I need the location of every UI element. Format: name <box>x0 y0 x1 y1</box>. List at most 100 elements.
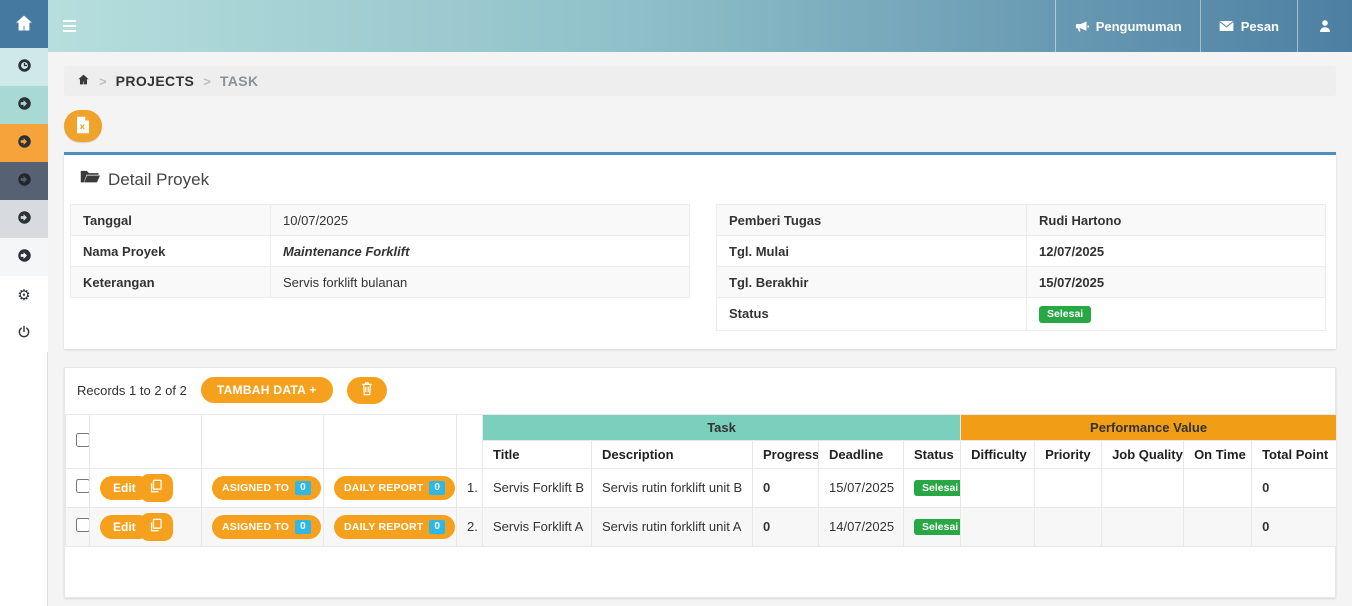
folder-open-icon <box>80 169 100 190</box>
assigned-to-label: ASIGNED TO <box>222 521 289 533</box>
sidebar-item-menu-4[interactable] <box>0 162 48 200</box>
task-on-time <box>1184 507 1252 546</box>
column-header-title: Title <box>483 440 592 468</box>
task-progress: 0 <box>753 507 819 546</box>
daily-report-count-badge: 0 <box>429 520 445 534</box>
detail-value: Servis forklift bulanan <box>271 267 690 298</box>
assigned-count-badge: 0 <box>295 520 311 534</box>
panel-title-text: Detail Proyek <box>108 170 209 190</box>
row-checkbox[interactable] <box>76 479 90 493</box>
messages-button[interactable]: Pesan <box>1200 0 1297 52</box>
detail-value: Rudi Hartono <box>1027 205 1326 236</box>
task-description: Servis rutin forklift unit A <box>592 507 753 546</box>
detail-label: Status <box>717 298 1027 331</box>
home-icon <box>14 13 34 36</box>
assigned-to-button[interactable]: ASIGNED TO 0 <box>212 515 321 539</box>
select-all-checkbox[interactable] <box>76 433 90 447</box>
empty-header-cell <box>457 414 483 468</box>
assigned-to-button[interactable]: ASIGNED TO 0 <box>212 476 321 500</box>
table-row: Edit ASIGNED TO 0 <box>66 468 1337 507</box>
arrow-circle-icon <box>17 248 32 266</box>
detail-row: Pemberi Tugas Rudi Hartono <box>717 205 1326 236</box>
assigned-count-badge: 0 <box>295 481 311 495</box>
records-summary: Records 1 to 2 of 2 <box>77 383 187 398</box>
daily-report-button[interactable]: DAILY REPORT 0 <box>334 515 455 539</box>
column-header-description: Description <box>592 440 753 468</box>
detail-row: Tanggal 10/07/2025 <box>71 205 690 236</box>
sidebar-item-projects-active[interactable] <box>0 124 48 162</box>
detail-value: Selesai <box>1027 298 1326 331</box>
column-header-on-time: On Time <box>1184 440 1252 468</box>
sidebar-item-logout[interactable] <box>0 314 48 352</box>
sidebar-toggle-button[interactable] <box>48 0 90 52</box>
task-difficulty <box>961 507 1035 546</box>
task-deadline: 15/07/2025 <box>819 468 904 507</box>
copy-button[interactable] <box>140 474 173 502</box>
column-header-priority: Priority <box>1035 440 1102 468</box>
breadcrumb-home-icon[interactable] <box>77 73 90 89</box>
export-excel-button[interactable]: x <box>64 110 102 142</box>
sidebar-item-settings[interactable]: ⚙ <box>0 276 48 314</box>
trash-icon <box>360 381 374 399</box>
empty-header-cell <box>324 414 457 468</box>
sidebar-item-dashboard[interactable] <box>0 48 48 86</box>
column-header-difficulty: Difficulty <box>961 440 1035 468</box>
column-header-status: Status <box>904 440 961 468</box>
detail-row: Nama Proyek Maintenance Forklift <box>71 236 690 267</box>
delete-selected-button[interactable] <box>347 377 387 404</box>
breadcrumb-projects[interactable]: PROJECTS <box>116 73 195 89</box>
detail-label: Keterangan <box>71 267 271 298</box>
copy-icon <box>149 479 163 496</box>
project-detail-table-right: Pemberi Tugas Rudi Hartono Tgl. Mulai 12… <box>716 204 1326 331</box>
detail-row: Tgl. Berakhir 15/07/2025 <box>717 267 1326 298</box>
daily-report-button[interactable]: DAILY REPORT 0 <box>334 476 455 500</box>
detail-label: Nama Proyek <box>71 236 271 267</box>
main-content: > PROJECTS > TASK x Detail Proyek Tangga… <box>48 52 1352 606</box>
sidebar-item-menu-2[interactable] <box>0 86 48 124</box>
table-row: Edit ASIGNED TO 0 <box>66 507 1337 546</box>
add-data-button[interactable]: TAMBAH DATA + <box>201 377 333 403</box>
announcements-button[interactable]: Pengumuman <box>1055 0 1200 52</box>
arrow-circle-icon <box>17 96 32 114</box>
row-select-cell <box>66 468 90 507</box>
task-status-cell: Selesai <box>904 507 961 546</box>
sidebar-item-menu-5[interactable] <box>0 200 48 238</box>
sidebar-item-menu-6[interactable] <box>0 238 48 276</box>
user-icon <box>1317 18 1333 34</box>
home-button[interactable] <box>0 0 48 48</box>
detail-label: Tgl. Mulai <box>717 236 1027 267</box>
announcements-label: Pengumuman <box>1096 19 1182 34</box>
hamburger-icon <box>63 20 76 32</box>
detail-row: Status Selesai <box>717 298 1326 331</box>
dashboard-icon <box>17 58 32 76</box>
detail-value: 12/07/2025 <box>1027 236 1326 267</box>
detail-value: Maintenance Forklift <box>271 236 690 267</box>
detail-row: Keterangan Servis forklift bulanan <box>71 267 690 298</box>
task-difficulty <box>961 468 1035 507</box>
breadcrumb: > PROJECTS > TASK <box>64 66 1336 96</box>
row-daily-report-cell: DAILY REPORT 0 <box>324 507 457 546</box>
user-menu-button[interactable] <box>1297 0 1352 52</box>
row-daily-report-cell: DAILY REPORT 0 <box>324 468 457 507</box>
task-priority <box>1035 468 1102 507</box>
detail-value: 15/07/2025 <box>1027 267 1326 298</box>
arrow-circle-icon <box>17 172 32 190</box>
select-all-cell <box>66 414 90 468</box>
row-checkbox[interactable] <box>76 518 90 532</box>
detail-proyek-panel: Detail Proyek Tanggal 10/07/2025 Nama Pr… <box>64 152 1336 349</box>
row-edit-cell: Edit <box>90 507 202 546</box>
column-header-job-quality: Job Quality <box>1102 440 1184 468</box>
copy-button[interactable] <box>140 513 173 541</box>
row-assigned-cell: ASIGNED TO 0 <box>202 468 324 507</box>
sidebar: ⚙ <box>0 0 48 606</box>
megaphone-icon <box>1074 19 1089 34</box>
task-title: Servis Forklift B <box>483 468 592 507</box>
copy-icon <box>149 518 163 535</box>
arrow-circle-icon <box>17 134 32 152</box>
task-total-point: 0 <box>1252 468 1337 507</box>
panel-title: Detail Proyek <box>70 165 1328 204</box>
task-status-cell: Selesai <box>904 468 961 507</box>
row-number: 1. <box>457 468 483 507</box>
status-badge: Selesai <box>914 519 961 536</box>
row-select-cell <box>66 507 90 546</box>
